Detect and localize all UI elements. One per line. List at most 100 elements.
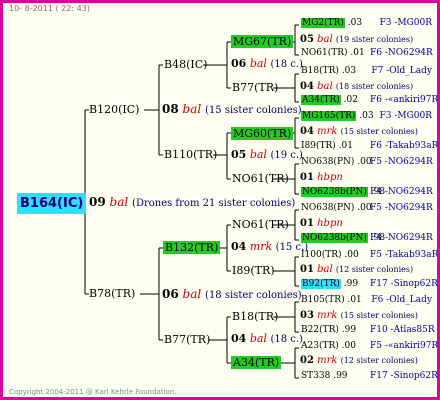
leaf-row[interactable]: MG165(TR) .03 F3 -MG00R <box>301 111 432 121</box>
node-b132[interactable]: B132(TR) <box>163 241 221 254</box>
leaf-row[interactable]: NO61(TR) .01 F6 -NO6294R <box>301 48 433 58</box>
leaf-year: .01 <box>344 295 362 305</box>
gen3-d-note: (18 c.) <box>270 334 303 345</box>
leaf-ref: F5 -NO6294R <box>370 203 433 213</box>
leaf-id: A23(TR) <box>301 341 339 351</box>
leaf-row[interactable]: B22(TR) .99 F10 -Atlas85R <box>301 325 435 335</box>
leaf-row[interactable]: NO638(PN) .00 F5 -NO6294R <box>301 157 433 167</box>
leaf-id: NO638(PN) <box>301 157 355 167</box>
gen4-g2-line: 04 bal (18 sister colonies) <box>300 82 413 92</box>
gen3-c-year: 04 <box>231 240 247 253</box>
leaf-ref: F3 -MG00R <box>379 18 432 28</box>
root-queen-label[interactable]: B164(IC) <box>17 193 87 214</box>
node-b77tr[interactable]: B77(TR) <box>232 82 278 93</box>
gen4-g7-note: (15 sister colonies) <box>340 311 418 320</box>
gen4-g4-breed: hbpn <box>317 172 343 183</box>
pedigree-frame: 10- 8-2011 ( 22: 43) B164(IC) 09 bal (Dr… <box>0 0 440 400</box>
node-i89[interactable]: I89(TR) <box>232 265 275 276</box>
gen2-bottom-line: 06 bal (18 sister colonies) <box>162 288 302 301</box>
gen3-a-year: 06 <box>231 57 247 70</box>
node-mg60[interactable]: MG60(TR) <box>231 127 294 140</box>
node-b48[interactable]: B48(IC) <box>164 59 207 70</box>
leaf-ref: F5 -NO6294R <box>370 157 433 167</box>
gen3-d-line: 04 bal (18 c.) <box>231 333 303 345</box>
gen3-b-line: 05 bal (19 c.) <box>231 149 303 161</box>
gen4-g1-note: (19 sister colonies) <box>335 35 414 44</box>
gen4-g8-line: 02 mrk (12 sister colonies) <box>300 356 418 366</box>
leaf-year: .03 <box>338 66 357 76</box>
gen4-g2-year: 04 <box>300 81 314 92</box>
gen4-g2-breed: bal <box>317 81 333 92</box>
leaf-row[interactable]: B18(TR) .03 F7 -Old_Lady <box>301 66 432 76</box>
leaf-row[interactable]: ST338 .99 F17 -Sinop62R <box>301 372 437 381</box>
gen1-year: 09 <box>89 195 106 209</box>
gen4-g1-breed: bal <box>317 34 333 45</box>
leaf-row[interactable]: A23(TR) .00 F5 -«ankiri97R <box>301 341 437 351</box>
gen2-top-line: 08 bal (15 sister colonies) <box>162 103 302 116</box>
gen4-g5-breed: hbpn <box>317 218 343 229</box>
leaf-row[interactable]: B105(TR) .01 F6 -Old_Lady <box>301 295 432 305</box>
leaf-ref: F4 -NO6294R <box>370 187 433 197</box>
gen4-g3-note: (15 sister colonies) <box>340 127 418 136</box>
dam-b78[interactable]: B78(TR) <box>89 288 135 299</box>
leaf-year: .01 <box>347 48 365 58</box>
gen2-bottom-note: (18 sister colonies) <box>205 290 302 301</box>
node-b110[interactable]: B110(TR) <box>164 149 217 160</box>
gen3-a-note: (18 c.) <box>270 59 303 70</box>
gen3-b-breed: bal <box>249 148 267 161</box>
leaf-id: MG165(TR) <box>301 111 357 121</box>
gen3-b-note: (19 c.) <box>270 150 303 161</box>
node-b77[interactable]: B77(TR) <box>164 334 210 345</box>
leaf-row[interactable]: NO6238b(PN) .98 F4 -NO6294R <box>301 187 433 197</box>
node-no61a[interactable]: NO61(TR) <box>232 173 289 184</box>
leaf-ref: F3 -MG00R <box>379 111 432 121</box>
gen4-g8-breed: mrk <box>317 355 338 366</box>
leaf-ref: F7 -Old_Lady <box>371 66 432 76</box>
dam-b120[interactable]: B120(IC) <box>89 104 139 115</box>
leaf-id: B18(TR) <box>301 66 339 76</box>
leaf-id: I100(TR) <box>301 250 342 260</box>
leaf-ref: F6 -Takab93aR <box>370 141 439 151</box>
leaf-id: MG2(TR) <box>301 18 345 28</box>
leaf-id: NO61(TR) <box>301 48 348 58</box>
node-no61b[interactable]: NO61(TR) <box>232 219 289 230</box>
leaf-row[interactable]: I100(TR) .00 F5 -Takab93aR <box>301 250 437 260</box>
leaf-id: B92(TR) <box>301 279 341 289</box>
leaf-year: .03 <box>344 18 363 28</box>
gen4-g8-note: (12 sister colonies) <box>340 356 418 365</box>
gen1-note: (Drones from 21 sister colonies) <box>132 198 296 209</box>
leaf-ref: F6 -«ankiri97R <box>370 95 439 105</box>
gen4-g3-breed: mrk <box>317 126 338 137</box>
leaf-row[interactable]: NO6238b(PN) .98 F4 -NO6294R <box>301 233 433 243</box>
leaf-row[interactable]: A34(TR) .02 F6 -«ankiri97R <box>301 95 437 105</box>
leaf-ref: F10 -Atlas85R <box>370 325 435 335</box>
leaf-year: .99 <box>338 325 357 335</box>
gen4-g1-line: 05 bal (19 sister colonies) <box>300 35 413 45</box>
leaf-ref: F5 -«ankiri97R <box>370 341 439 351</box>
leaf-row[interactable]: I89(TR) .01 F6 -Takab93aR <box>301 141 437 151</box>
leaf-row[interactable]: MG2(TR) .03 F3 -MG00R <box>301 18 432 28</box>
leaf-ref: F5 -Takab93aR <box>370 250 439 260</box>
gen3-a-breed: bal <box>249 57 267 70</box>
gen4-g7-line: 03 mrk (15 sister colonies) <box>300 311 418 321</box>
node-a34[interactable]: A34(TR) <box>231 356 282 369</box>
leaf-ref: F6 -Old_Lady <box>371 295 432 305</box>
leaf-id: NO6238b(PN) <box>301 187 368 197</box>
gen2-top-breed: bal <box>182 102 202 116</box>
gen4-g1-year: 05 <box>300 34 314 45</box>
leaf-row[interactable]: NO638(PN) .00 F5 -NO6294R <box>301 203 433 213</box>
leaf-year: .02 <box>340 95 358 105</box>
gen4-g2-note: (18 sister colonies) <box>335 82 414 91</box>
leaf-row[interactable]: B92(TR) .99 F17 -Sinop62R <box>301 279 437 289</box>
leaf-id: NO6238b(PN) <box>301 233 368 243</box>
gen3-b-year: 05 <box>231 148 247 161</box>
node-mg67[interactable]: MG67(TR) <box>231 35 294 48</box>
gen4-g3-line: 04 mrk (15 sister colonies) <box>300 127 418 137</box>
leaf-ref: F17 -Sinop62R <box>370 371 438 381</box>
leaf-id: I89(TR) <box>301 141 336 151</box>
leaf-id: B105(TR) <box>301 295 345 305</box>
node-b18[interactable]: B18(TR) <box>232 311 278 322</box>
gen3-d-year: 04 <box>231 332 247 345</box>
gen4-g6-note: (12 sister colonies) <box>335 265 414 274</box>
leaf-year: .00 <box>354 203 372 213</box>
